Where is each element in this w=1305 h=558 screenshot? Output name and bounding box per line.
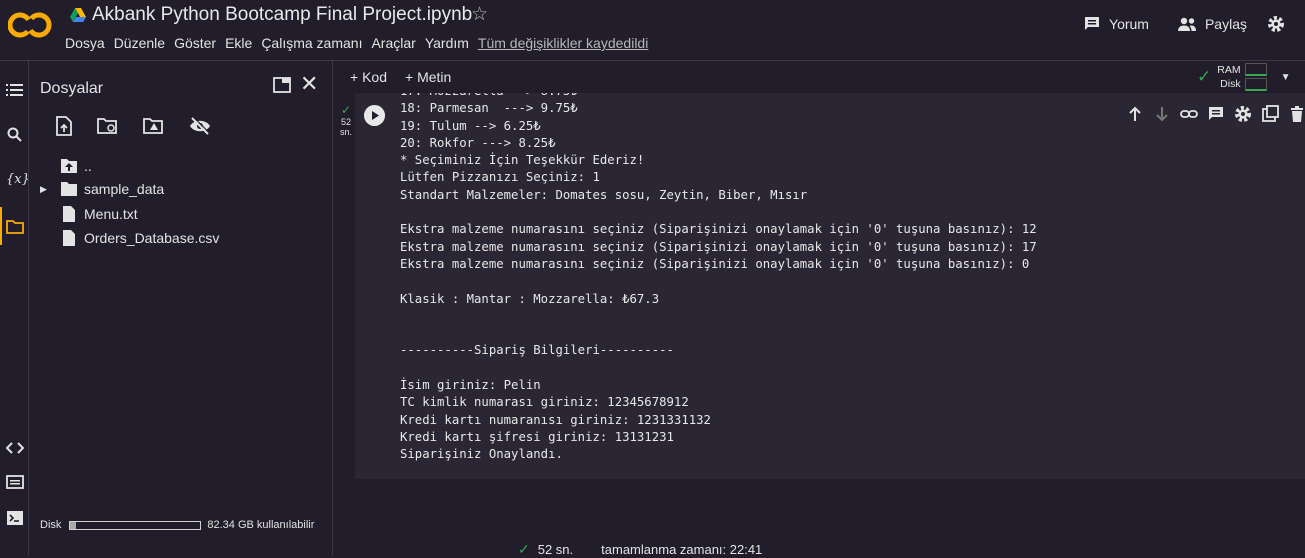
add-text-button[interactable]: + Metin: [405, 69, 451, 85]
mount-drive-icon[interactable]: [143, 117, 165, 135]
comment-button[interactable]: Yorum: [1083, 15, 1149, 33]
ram-label: RAM: [1217, 64, 1241, 76]
toolbar-backdrop: [333, 61, 1305, 93]
open-in-new-icon[interactable]: [1261, 105, 1279, 123]
link-icon[interactable]: [1180, 105, 1198, 123]
disk-bar-small: [1244, 78, 1267, 91]
folder-icon: [61, 182, 77, 196]
hide-files-icon[interactable]: [189, 117, 211, 135]
notebook-title[interactable]: Akbank Python Bootcamp Final Project.ipy…: [92, 4, 472, 26]
notebook-toolbar-overlay: + Kod + Metin: [350, 69, 451, 85]
connected-check-icon: ✓: [1197, 67, 1212, 86]
refresh-folder-icon[interactable]: [97, 117, 119, 135]
resources-indicator-overlay[interactable]: ✓ RAM Disk ▼: [1197, 63, 1291, 91]
file-label: ..: [84, 158, 92, 174]
exec-unit: sn.: [339, 127, 352, 137]
cell-output: 17: Mozzarella --> 8.75₺ 18: Parmesan --…: [400, 84, 1037, 462]
menu-araclar[interactable]: Araçlar: [371, 35, 415, 51]
disk-usage-fill: [70, 521, 76, 529]
add-code-label: Kod: [362, 69, 387, 85]
search-icon[interactable]: [6, 126, 24, 144]
file-label: Menu.txt: [84, 206, 138, 222]
terminal-icon[interactable]: [6, 509, 24, 527]
file-row-sample-data[interactable]: ▶ sample_data: [40, 181, 164, 197]
delete-icon[interactable]: [1288, 105, 1305, 123]
file-row-parent[interactable]: ..: [40, 158, 92, 174]
upload-file-icon[interactable]: [55, 116, 73, 136]
status-bar-text[interactable]: ✓ 52 sn. tamamlanma zamanı: 22:41: [518, 541, 762, 558]
files-panel-title: Dosyalar: [40, 80, 104, 97]
add-text-label: Metin: [417, 69, 452, 85]
exec-check-icon: ✓: [340, 103, 352, 117]
cell-toolbar: [1122, 102, 1305, 126]
people-icon: [1177, 17, 1196, 31]
add-code-button[interactable]: + Kod: [350, 69, 387, 85]
share-label: Paylaş: [1204, 16, 1247, 32]
active-tab-indicator: [0, 207, 2, 245]
arrow-up-icon[interactable]: [1126, 105, 1144, 123]
arrow-down-icon[interactable]: [1153, 105, 1171, 123]
star-icon[interactable]: ☆: [471, 3, 488, 26]
disk-usage-bar: [69, 520, 202, 530]
menu-duzenle[interactable]: Düzenle: [114, 35, 165, 51]
disk-label: Disk: [40, 519, 62, 531]
menu-bar: Dosya Düzenle Göster Ekle Çalışma zamanı…: [65, 35, 657, 51]
gear-icon[interactable]: [1234, 105, 1252, 123]
file-icon: [63, 206, 75, 222]
colab-logo[interactable]: [8, 8, 52, 42]
comment-icon[interactable]: [1207, 105, 1225, 123]
table-of-contents-icon[interactable]: [6, 81, 24, 99]
menu-goster[interactable]: Göster: [174, 35, 216, 51]
menu-ekle[interactable]: Ekle: [225, 35, 252, 51]
open-in-tab-icon[interactable]: [273, 77, 291, 93]
exec-time: 52: [340, 117, 351, 127]
resource-labels: RAM Disk: [1217, 63, 1240, 91]
chevron-down-icon[interactable]: ▼: [1281, 72, 1291, 83]
share-button[interactable]: Paylaş: [1177, 16, 1247, 32]
disk-label-small: Disk: [1220, 78, 1241, 90]
menu-calisma-zamani[interactable]: Çalışma zamanı: [261, 35, 362, 51]
success-check-icon: ✓: [518, 541, 530, 557]
file-label: Orders_Database.csv: [84, 230, 220, 246]
google-drive-icon: [70, 8, 86, 22]
folder-icon[interactable]: [6, 218, 24, 236]
code-snippets-icon[interactable]: [6, 439, 24, 457]
gear-icon[interactable]: [1267, 15, 1285, 33]
header-actions: Yorum Paylaş: [1083, 15, 1305, 33]
save-status-link[interactable]: Tüm değişiklikler kaydedildi: [478, 35, 648, 51]
disk-usage: Disk 82.34 GB kullanılabilir: [40, 519, 314, 531]
comment-icon: [1085, 17, 1100, 30]
file-row-orders-database[interactable]: Orders_Database.csv: [40, 229, 219, 247]
disk-available: 82.34 GB kullanılabilir: [207, 519, 315, 531]
run-cell-button[interactable]: [364, 105, 385, 126]
files-panel: [29, 61, 332, 555]
close-icon[interactable]: ✕: [300, 71, 318, 97]
resource-bars: [1244, 63, 1267, 91]
file-label: sample_data: [84, 181, 165, 197]
comment-label: Yorum: [1109, 16, 1149, 32]
chevron-right-icon[interactable]: ▶: [40, 184, 60, 195]
panel-divider: [332, 61, 333, 555]
command-palette-icon[interactable]: [6, 473, 24, 491]
folder-up-icon: [61, 159, 77, 173]
menu-dosya[interactable]: Dosya: [65, 35, 105, 51]
ram-bar: [1244, 63, 1267, 76]
file-icon: [63, 230, 75, 246]
cell-exec-status: ✓ 52 sn.: [336, 103, 356, 137]
file-row-menu-txt[interactable]: Menu.txt: [40, 205, 138, 223]
variables-icon[interactable]: {x}: [6, 172, 30, 190]
menu-yardim[interactable]: Yardım: [425, 35, 469, 51]
